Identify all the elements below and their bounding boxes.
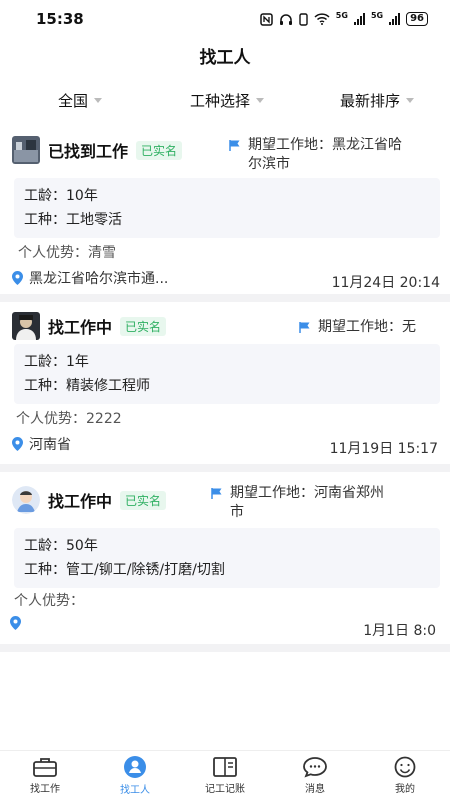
tab-label: 找工人 [120, 785, 150, 796]
post-time: 11月19日 15:17 [329, 441, 438, 457]
tab-ledger[interactable]: 记工记账 [180, 751, 270, 800]
tab-messages[interactable]: 消息 [270, 751, 360, 800]
page-title: 找工人 [199, 48, 251, 68]
expected-location-line: 尔滨市 [248, 156, 290, 172]
location-pin-icon [10, 616, 21, 630]
post-time: 1月1日 8:0 [363, 623, 436, 639]
expected-location-line: 市 [230, 504, 244, 520]
location-pin-icon [12, 271, 23, 285]
vibrate-icon [299, 12, 308, 26]
location-row: 黑龙江省哈尔滨市通... [12, 268, 168, 288]
card-header: 找工作中 已实名 [12, 486, 167, 514]
list-empty-space [0, 652, 450, 750]
tab-label: 记工记账 [205, 784, 245, 795]
tab-profile[interactable]: 我的 [360, 751, 450, 800]
tab-label: 找工作 [30, 784, 60, 795]
expected-location: 期望工作地：黑龙江省哈 尔滨市 [228, 136, 444, 174]
card-header: 已找到工作 已实名 [12, 136, 183, 164]
battery-icon: 96 [406, 12, 428, 26]
avatar [12, 312, 40, 340]
profile-icon [394, 756, 416, 778]
expected-location-line: 期望工作地：黑龙江省哈 [248, 137, 402, 153]
worker-card[interactable]: 已找到工作 已实名 期望工作地：黑龙江省哈 尔滨市 工龄：10年 工种：工地零活… [0, 122, 450, 294]
flag-icon [299, 322, 310, 333]
tab-find-job[interactable]: 找工作 [0, 751, 90, 800]
location-text: 河南省 [29, 437, 71, 453]
caret-down-icon [256, 98, 265, 103]
verified-badge: 已实名 [120, 490, 167, 510]
info-box: 工龄：1年 工种：精装修工程师 [14, 344, 440, 404]
caret-down-icon [94, 98, 103, 103]
experience-text: 工龄：50年 [24, 538, 98, 554]
location-text: 黑龙江省哈尔滨市通... [29, 271, 169, 287]
worker-list: 已找到工作 已实名 期望工作地：黑龙江省哈 尔滨市 工龄：10年 工种：工地零活… [0, 122, 450, 750]
region-filter-label: 全国 [58, 92, 89, 110]
region-filter[interactable]: 全国 [58, 90, 103, 111]
expected-location-line: 期望工作地：河南省郑州 [230, 485, 384, 501]
info-box: 工龄：50年 工种：管工/铆工/除锈/打磨/切割 [14, 528, 440, 588]
wifi-icon [314, 13, 330, 25]
network-label-2: 5G [370, 10, 384, 20]
tab-find-worker[interactable]: 找工人 [90, 751, 180, 800]
signal-icon [389, 13, 401, 25]
headset-icon [279, 13, 292, 25]
filter-bar: 全国 工种选择 最新排序 [0, 84, 450, 118]
flag-icon [211, 488, 222, 499]
tab-label: 我的 [395, 784, 415, 795]
advantage-text: 个人优势： [14, 593, 84, 609]
experience-text: 工龄：10年 [24, 188, 98, 204]
worker-icon [124, 756, 146, 778]
status-time: 15:38 [36, 10, 84, 28]
avatar [12, 486, 40, 514]
advantage-text: 个人优势：清雪 [18, 245, 116, 261]
title-bar: 找工人 [0, 40, 450, 76]
worker-card[interactable]: 找工作中 已实名 期望工作地：河南省郑州 市 工龄：50年 工种：管工/铆工/除… [0, 472, 450, 644]
card-header: 找工作中 已实名 [12, 312, 167, 340]
bottom-tab-bar: 找工作 找工人 记工记账 消息 我的 [0, 750, 450, 800]
briefcase-icon [33, 758, 57, 777]
caret-down-icon [406, 98, 415, 103]
expected-location-line: 期望工作地：无 [318, 319, 416, 335]
worker-status: 找工作中 [48, 318, 113, 337]
avatar [12, 136, 40, 164]
info-box: 工龄：10年 工种：工地零活 [14, 178, 440, 238]
trade-text: 工种：工地零活 [24, 212, 122, 228]
sort-filter[interactable]: 最新排序 [340, 90, 415, 111]
worker-status: 找工作中 [48, 492, 113, 511]
trade-text: 工种：管工/铆工/除锈/打磨/切割 [24, 562, 225, 578]
post-time: 11月24日 20:14 [331, 275, 440, 291]
message-icon [303, 757, 327, 778]
verified-badge: 已实名 [120, 316, 167, 336]
signal-icon [353, 13, 365, 25]
worker-card[interactable]: 找工作中 已实名 期望工作地：无 工龄：1年 工种：精装修工程师 个人优势：22… [0, 302, 450, 464]
advantage-text: 个人优势：2222 [16, 411, 122, 427]
flag-icon [229, 140, 240, 151]
trade-text: 工种：精装修工程师 [24, 378, 150, 394]
network-label-1: 5G [335, 10, 348, 20]
location-pin-icon [12, 437, 23, 451]
trade-filter[interactable]: 工种选择 [190, 90, 265, 111]
status-bar: 15:38 5G 5G 96 [0, 0, 450, 40]
ledger-icon [213, 757, 237, 777]
expected-location: 期望工作地：河南省郑州 市 [210, 484, 444, 522]
nfc-icon [260, 12, 273, 26]
tab-label: 消息 [305, 784, 325, 795]
status-icons: 5G 5G 96 [260, 10, 428, 26]
expected-location: 期望工作地：无 [298, 318, 444, 337]
location-row: 河南省 [12, 434, 71, 454]
verified-badge: 已实名 [136, 140, 183, 160]
sort-filter-label: 最新排序 [340, 92, 401, 110]
trade-filter-label: 工种选择 [190, 92, 251, 110]
worker-status: 已找到工作 [48, 142, 129, 161]
location-row [10, 616, 27, 630]
experience-text: 工龄：1年 [24, 354, 89, 370]
